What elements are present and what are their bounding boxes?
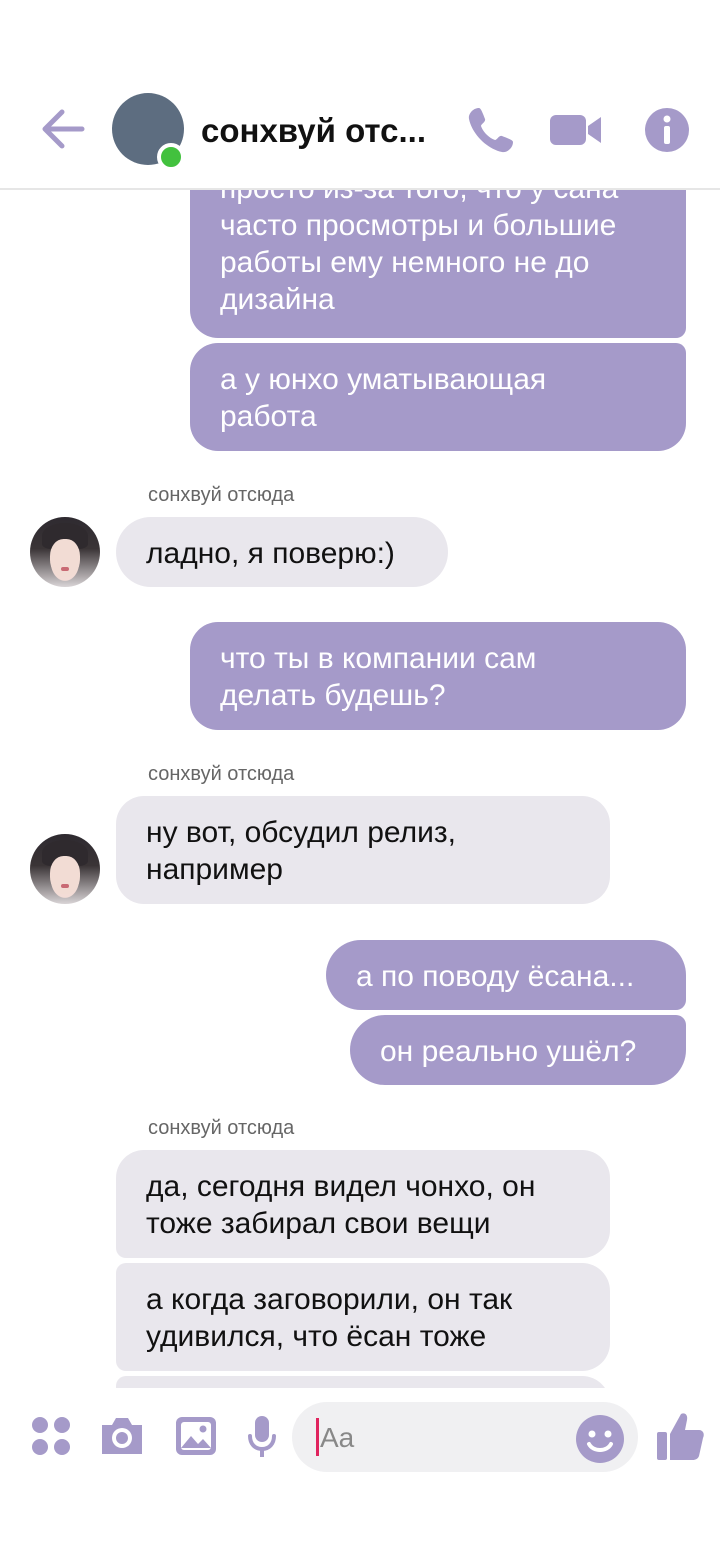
gallery-icon[interactable] — [174, 1414, 218, 1458]
message-bubble-outgoing[interactable]: просто из-за того, что у сана часто прос… — [190, 190, 686, 338]
message-line: что ты в компании сам — [220, 642, 537, 675]
apps-icon[interactable] — [30, 1415, 72, 1457]
chat-screen: сонхвуй отс... просто из-за того, что у … — [0, 0, 720, 1560]
message-line: а у юнхо уматывающая — [220, 363, 547, 396]
chat-header: сонхвуй отс... — [0, 0, 720, 190]
thumbs-up-icon[interactable] — [655, 1410, 705, 1462]
message-bubble-incoming[interactable]: ну вот, обсудил релиз, например — [116, 796, 610, 904]
message-input-placeholder: Aa — [320, 1422, 355, 1453]
back-arrow-icon[interactable] — [38, 106, 88, 152]
sender-name: сонхвуй отсюда — [148, 484, 295, 506]
message-bubble-incoming[interactable]: а когда заговорили, он так удивился, что… — [116, 1263, 610, 1371]
online-status-indicator — [157, 143, 185, 171]
sender-name: сонхвуй отсюда — [148, 763, 295, 785]
message-line: работы ему немного не до — [220, 246, 590, 279]
message-bubble-outgoing[interactable]: а у юнхо уматывающая работа — [190, 343, 686, 451]
phone-icon[interactable] — [465, 104, 517, 156]
message-line: делать будешь? — [220, 679, 446, 712]
message-bubble-outgoing[interactable]: он реально ушёл? — [350, 1015, 686, 1085]
message-bubble-outgoing[interactable]: а по поводу ёсана... — [326, 940, 686, 1010]
message-bubble-incoming[interactable]: да, сегодня видел чонхо, он тоже забирал… — [116, 1150, 610, 1258]
message-list[interactable]: просто из-за того, что у сана часто прос… — [0, 190, 720, 1388]
text-cursor — [316, 1418, 319, 1456]
message-line: часто просмотры и большие — [220, 209, 617, 242]
message-line: ладно, я поверю:) — [146, 537, 395, 570]
message-line: удивился, что ёсан тоже — [146, 1320, 487, 1353]
message-line: да, сегодня видел чонхо, он — [146, 1170, 536, 1203]
emoji-icon[interactable] — [575, 1414, 625, 1464]
message-line: ну вот, обсудил релиз, — [146, 816, 456, 849]
message-line: а когда заговорили, он так — [146, 1283, 513, 1316]
message-bubble-outgoing[interactable]: что ты в компании сам делать будешь? — [190, 622, 686, 730]
contact-name[interactable]: сонхвуй отс... — [201, 112, 441, 150]
message-line: а по поводу ёсана... — [356, 960, 635, 993]
message-bubble-incoming[interactable] — [116, 1376, 610, 1388]
info-icon[interactable] — [643, 104, 691, 156]
video-camera-icon[interactable] — [548, 104, 604, 156]
message-line: тоже забирал свои вещи — [146, 1207, 491, 1240]
sender-avatar[interactable] — [30, 834, 100, 904]
message-line: дизайна — [220, 283, 335, 316]
microphone-icon[interactable] — [246, 1414, 278, 1460]
message-line: он реально ушёл? — [380, 1035, 637, 1068]
sender-name: сонхвуй отсюда — [148, 1117, 295, 1139]
message-bubble-incoming[interactable]: ладно, я поверю:) — [116, 517, 448, 587]
message-line: например — [146, 853, 283, 886]
sender-avatar[interactable] — [30, 517, 100, 587]
message-line: просто из-за того, что у сана — [220, 190, 656, 207]
message-line: работа — [220, 400, 317, 433]
camera-icon[interactable] — [98, 1415, 146, 1457]
